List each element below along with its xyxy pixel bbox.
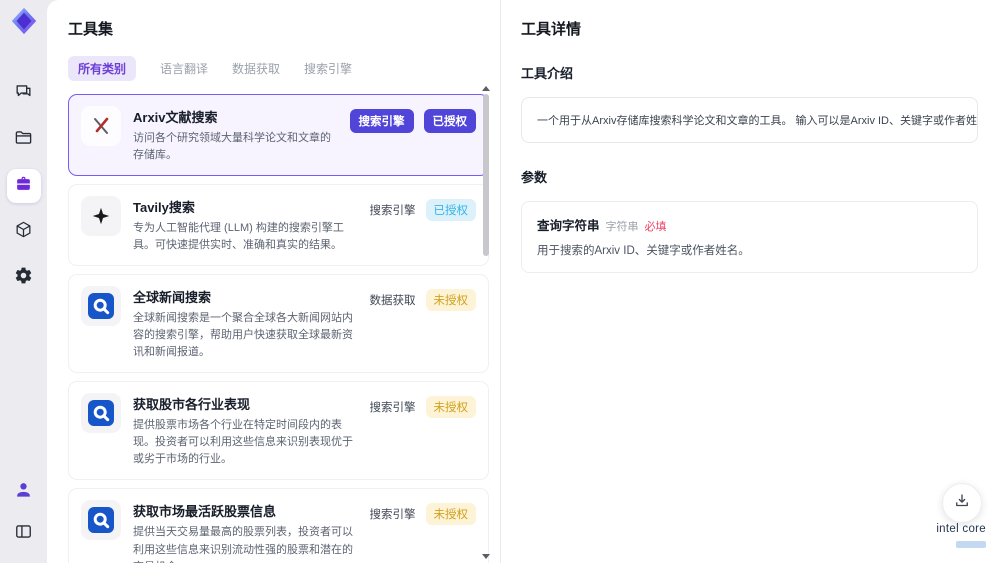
- tool-card[interactable]: Arxiv文献搜索 访问各个研究领域大量科学论文和文章的存储库。 搜索引擎 已授…: [68, 94, 489, 177]
- tool-tags: 搜索引擎 未授权: [369, 393, 476, 468]
- content-sheet: 工具集 所有类别 语言翻译 数据获取 搜索引擎 Arxiv文献搜索 访问各个研究领域大…: [47, 0, 1000, 563]
- tool-name: Tavily搜索: [133, 200, 195, 216]
- tool-auth-badge: 未授权: [425, 289, 476, 312]
- sidebar-item-account[interactable]: [7, 475, 41, 509]
- tool-card[interactable]: 获取市场最活跃股票信息 提供当天交易量最高的股票列表，投资者可以利用这些信息来识…: [68, 488, 489, 563]
- tool-tags: 搜索引擎 已授权: [369, 196, 476, 254]
- tool-description: 提供股票市场各个行业在特定时间段内的表现。投资者可以利用这些信息来识别表现优于或…: [133, 419, 353, 466]
- gear-icon: [14, 266, 33, 290]
- intel-ultra-badge: [956, 541, 986, 548]
- tool-name: 获取股市各行业表现: [133, 397, 251, 413]
- category-tab-label: 数据获取: [232, 62, 281, 76]
- tool-auth-badge: 未授权: [425, 396, 476, 419]
- tool-intro-box: 一个用于从Arxiv存储库搜索科学论文和文章的工具。 输入可以是Arxiv ID…: [521, 97, 978, 143]
- parameter-head: 查询字符串 字符串 必填: [537, 215, 962, 234]
- tool-card[interactable]: 获取股市各行业表现 提供股票市场各个行业在特定时间段内的表现。投资者可以利用这些…: [68, 381, 489, 481]
- intro-heading: 工具介绍: [521, 66, 574, 81]
- sidebar-item-tools[interactable]: [6, 169, 41, 203]
- tool-category-tag: 搜索引擎: [369, 509, 416, 522]
- list-scrollbar[interactable]: [481, 86, 491, 563]
- briefcase-icon: [14, 174, 33, 198]
- rail-bottom: [7, 475, 41, 551]
- tool-tags: 数据获取 未授权: [369, 286, 476, 361]
- tool-category-tag: 搜索引擎: [369, 402, 416, 415]
- tool-list: Arxiv文献搜索 访问各个研究领域大量科学论文和文章的存储库。 搜索引擎 已授…: [68, 94, 489, 563]
- category-tab[interactable]: 搜索引擎: [304, 56, 352, 81]
- user-icon: [14, 480, 33, 504]
- category-tab[interactable]: 语言翻译: [160, 56, 208, 81]
- tool-category-tag: 搜索引擎: [349, 109, 414, 133]
- tool-description: 访问各个研究领域大量科学论文和文章的存储库。: [133, 132, 331, 162]
- tool-list-panel: 工具集 所有类别 语言翻译 数据获取 搜索引擎 Arxiv文献搜索 访问各个研究领域大…: [47, 0, 500, 563]
- tool-detail-panel: 工具详情 工具介绍 一个用于从Arxiv存储库搜索科学论文和文章的工具。 输入可…: [500, 0, 1000, 563]
- tool-name: Arxiv文献搜索: [133, 110, 218, 125]
- sidebar-item-panel-toggle[interactable]: [7, 517, 41, 551]
- intel-core-logo-text: intel core: [936, 523, 986, 535]
- tool-name: 全球新闻搜索: [133, 290, 212, 306]
- parameter-type: 字符串: [605, 221, 639, 233]
- tool-text: 获取股市各行业表现 提供股票市场各个行业在特定时间段内的表现。投资者可以利用这些…: [133, 393, 358, 468]
- tool-tags: 搜索引擎 未授权: [369, 500, 476, 563]
- tool-category-tag: 搜索引擎: [369, 205, 416, 218]
- scroll-down-arrow-icon[interactable]: [482, 554, 490, 559]
- download-button[interactable]: [942, 483, 982, 523]
- tool-text: Arxiv文献搜索 访问各个研究领域大量科学论文和文章的存储库。: [133, 106, 338, 164]
- parameter-required-badge: 必填: [644, 221, 667, 233]
- category-tab[interactable]: 所有类别: [68, 56, 137, 81]
- tool-auth-badge: 已授权: [425, 199, 476, 222]
- tool-text: Tavily搜索 专为人工智能代理 (LLM) 构建的搜索引擎工具。可快速提供实…: [133, 196, 358, 254]
- folder-icon: [14, 128, 33, 152]
- parameter-name: 查询字符串: [537, 219, 600, 233]
- tool-tags: 搜索引擎 已授权: [349, 106, 476, 164]
- sidebar-item-chat[interactable]: [7, 77, 41, 111]
- tool-description: 提供当天交易量最高的股票列表，投资者可以利用这些信息来识别流动性强的股票和潜在的…: [133, 526, 353, 563]
- intel-core-brand: intel core: [936, 523, 986, 553]
- tool-card[interactable]: 全球新闻搜索 全球新闻搜索是一个聚合全球各大新闻网站内容的搜索引擎，帮助用户快速…: [68, 274, 489, 374]
- bocha-search-logo: [81, 286, 121, 327]
- cube-icon: [14, 220, 33, 244]
- bocha-search-logo: [81, 500, 121, 541]
- tool-description: 专为人工智能代理 (LLM) 构建的搜索引擎工具。可快速提供实时、准确和真实的结…: [133, 222, 344, 252]
- sidebar-item-settings[interactable]: [7, 261, 41, 295]
- tool-category-tag: 数据获取: [369, 295, 416, 308]
- tool-auth-badge: 未授权: [425, 503, 476, 526]
- category-tab-label: 搜索引擎: [304, 62, 353, 76]
- scroll-up-arrow-icon[interactable]: [482, 86, 490, 91]
- download-icon: [953, 492, 971, 515]
- parameter-item: 查询字符串 字符串 必填 用于搜索的Arxiv ID、关键字或作者姓名。: [521, 201, 978, 273]
- parameter-description: 用于搜索的Arxiv ID、关键字或作者姓名。: [537, 245, 750, 257]
- page-title: 工具集: [68, 21, 114, 38]
- rail-nav: [6, 77, 41, 295]
- tool-text: 全球新闻搜索 全球新闻搜索是一个聚合全球各大新闻网站内容的搜索引擎，帮助用户快速…: [133, 286, 358, 361]
- category-tab[interactable]: 数据获取: [232, 56, 280, 81]
- bocha-search-logo: [81, 393, 121, 434]
- tool-description: 全球新闻搜索是一个聚合全球各大新闻网站内容的搜索引擎，帮助用户快速获取全球最新资…: [133, 312, 353, 359]
- panel-toggle-icon: [14, 522, 33, 546]
- category-tab-label: 所有类别: [78, 62, 127, 76]
- category-tab-label: 语言翻译: [160, 62, 209, 76]
- chat-icon: [14, 82, 33, 106]
- tavily-logo: [81, 196, 121, 237]
- scrollbar-thumb[interactable]: [483, 94, 489, 256]
- sidebar-item-models[interactable]: [7, 215, 41, 249]
- sidebar-item-files[interactable]: [7, 123, 41, 157]
- tool-name: 获取市场最活跃股票信息: [133, 504, 277, 520]
- tool-card[interactable]: Tavily搜索 专为人工智能代理 (LLM) 构建的搜索引擎工具。可快速提供实…: [68, 184, 489, 267]
- gem-logo-icon: [9, 6, 39, 41]
- params-heading: 参数: [521, 170, 548, 185]
- tool-auth-badge: 已授权: [423, 109, 476, 133]
- tool-text: 获取市场最活跃股票信息 提供当天交易量最高的股票列表，投资者可以利用这些信息来识…: [133, 500, 358, 563]
- left-rail: [0, 0, 47, 563]
- app-logo[interactable]: [8, 7, 40, 39]
- arxiv-logo: [81, 106, 121, 146]
- category-tabs: 所有类别 语言翻译 数据获取 搜索引擎: [68, 56, 482, 81]
- detail-title: 工具详情: [521, 21, 582, 38]
